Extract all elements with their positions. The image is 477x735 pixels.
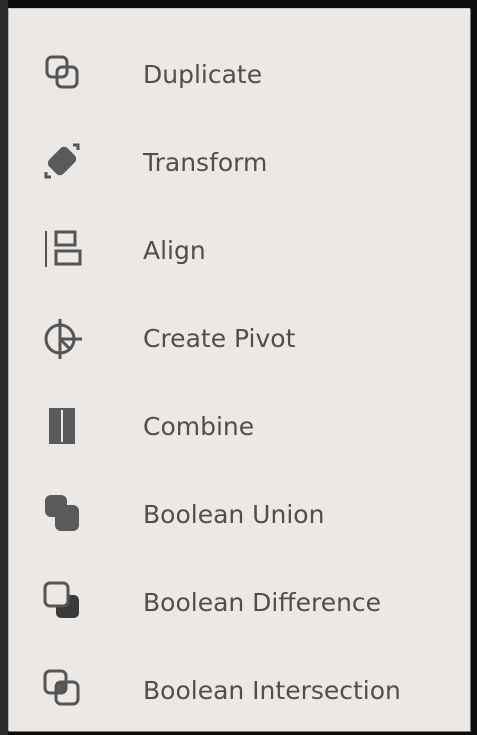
menu-item-align[interactable]: Align [9, 207, 470, 295]
menu-item-boolean-intersection[interactable]: Boolean Intersection [9, 647, 470, 735]
menu-item-duplicate[interactable]: Duplicate [9, 31, 470, 119]
transform-icon [40, 139, 86, 185]
duplicate-icon [40, 51, 86, 97]
menu-item-label: Combine [143, 412, 255, 441]
boolean-union-icon [40, 491, 86, 537]
pivot-icon [40, 315, 86, 361]
align-icon [40, 227, 86, 273]
menu-item-label: Duplicate [143, 60, 263, 89]
combine-icon [40, 403, 86, 449]
menu-item-label: Transform [143, 148, 268, 177]
boolean-intersection-icon [40, 667, 86, 713]
menu-item-create-pivot[interactable]: Create Pivot [9, 295, 470, 383]
menu-item-label: Boolean Difference [143, 588, 382, 617]
menu-item-label: Create Pivot [143, 324, 296, 353]
menu-item-boolean-union[interactable]: Boolean Union [9, 471, 470, 559]
context-menu: Duplicate Transform Align Create Pivot C… [8, 8, 470, 731]
boolean-difference-icon [40, 579, 86, 625]
window-edge [0, 0, 8, 735]
menu-item-transform[interactable]: Transform [9, 119, 470, 207]
menu-item-label: Boolean Union [143, 500, 325, 529]
menu-item-label: Align [143, 236, 206, 265]
menu-item-combine[interactable]: Combine [9, 383, 470, 471]
menu-item-label: Boolean Intersection [143, 676, 401, 705]
menu-item-boolean-difference[interactable]: Boolean Difference [9, 559, 470, 647]
